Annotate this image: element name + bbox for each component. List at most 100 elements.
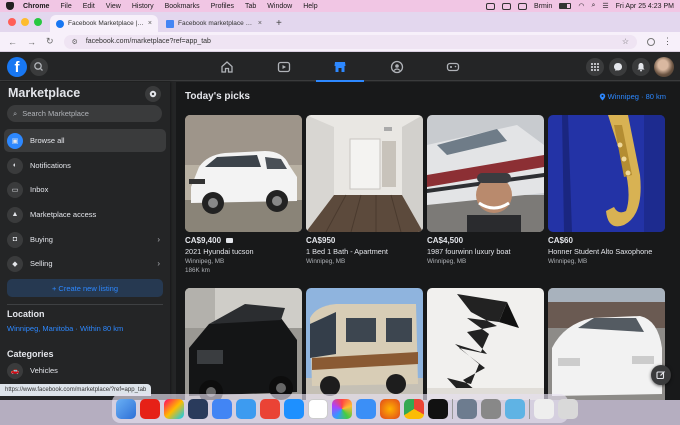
control-center-icon[interactable]: ☰ xyxy=(602,2,608,10)
clock[interactable]: Fri Apr 25 4:23 PM xyxy=(616,3,674,10)
back-icon[interactable]: ← xyxy=(8,37,17,47)
address-bar[interactable]: ⚙ facebook.com/marketplace?ref=app_tab ☆ xyxy=(63,34,637,49)
close-tab-icon[interactable]: × xyxy=(148,20,152,27)
nav-tab-home[interactable] xyxy=(203,53,251,81)
account-avatar[interactable] xyxy=(654,57,674,77)
listing-card[interactable]: CA$9,400 2021 Hyundai tucson Winnipeg, M… xyxy=(185,115,302,274)
sidebar-item-browse-all[interactable]: ▣ Browse all xyxy=(4,129,166,152)
calendar-icon[interactable] xyxy=(308,398,328,419)
forward-icon[interactable]: → xyxy=(27,37,36,47)
notifications-button[interactable] xyxy=(632,58,650,76)
menu-file[interactable]: File xyxy=(60,3,71,10)
messenger-icon xyxy=(614,63,622,71)
close-window-button[interactable] xyxy=(8,18,16,26)
trash-icon[interactable] xyxy=(558,398,578,419)
browser-menu-icon[interactable]: ⋮ xyxy=(663,36,672,47)
divider xyxy=(7,304,163,305)
listing-card[interactable]: CA$950 1 Bed 1 Bath - Apartment Winnipeg… xyxy=(306,115,423,265)
battery-icon[interactable] xyxy=(559,3,572,9)
xcode-icon[interactable] xyxy=(188,398,208,419)
listing-price: CA$60 xyxy=(548,236,573,245)
reload-icon[interactable]: ↻ xyxy=(46,36,54,47)
facebook-logo[interactable]: f xyxy=(7,57,27,77)
video-icon xyxy=(277,61,291,73)
quicktime-icon[interactable] xyxy=(505,398,525,419)
category-vehicles[interactable]: 🚗 Vehicles xyxy=(4,359,166,382)
launchpad-icon[interactable] xyxy=(164,398,184,419)
profile-icon[interactable] xyxy=(647,37,655,46)
minimize-window-button[interactable] xyxy=(21,18,29,26)
create-listing-button[interactable]: + Create new listing xyxy=(7,279,163,297)
listing-card[interactable]: CA$60 Honner Student Alto Saxophone Winn… xyxy=(548,115,665,265)
search-icon: ⌕ xyxy=(13,108,18,118)
zoom-window-button[interactable] xyxy=(34,18,42,26)
display-icon[interactable] xyxy=(518,2,528,10)
apple-icon[interactable] xyxy=(6,2,14,10)
nav-tab-marketplace[interactable] xyxy=(316,53,364,82)
menu-view[interactable]: View xyxy=(106,3,121,10)
app-store-icon[interactable] xyxy=(284,398,304,419)
nav-tab-gaming[interactable] xyxy=(429,53,477,81)
status-icon[interactable] xyxy=(502,2,512,10)
listing-card[interactable]: CA$4,500 1987 fourwinn luxury boat Winni… xyxy=(427,115,544,265)
photos-icon[interactable] xyxy=(332,398,352,419)
firefox-icon[interactable] xyxy=(380,398,400,419)
listing-card[interactable] xyxy=(306,288,423,400)
listing-price: CA$9,400 xyxy=(185,236,302,245)
capcut-icon[interactable] xyxy=(428,398,448,419)
location-link[interactable]: Winnipeg · 80 km xyxy=(599,92,666,101)
menu-button[interactable] xyxy=(586,58,604,76)
user-name[interactable]: Brmin xyxy=(534,3,552,10)
downloads-icon[interactable] xyxy=(534,398,554,419)
browser-tab-docs[interactable]: Facebook marketplace blocke × xyxy=(160,15,268,32)
settings-button[interactable] xyxy=(145,86,161,102)
nav-tab-video[interactable] xyxy=(260,53,308,81)
listing-location: Winnipeg, MB xyxy=(427,258,467,265)
sidebar-item-marketplace-access[interactable]: ▲ Marketplace access xyxy=(4,203,166,226)
listing-card[interactable] xyxy=(427,288,544,400)
youtube-icon[interactable] xyxy=(140,398,160,419)
docs-icon[interactable] xyxy=(212,398,232,419)
menu-edit[interactable]: Edit xyxy=(83,3,95,10)
nav-tab-groups[interactable] xyxy=(373,53,421,81)
menu-app-name[interactable]: Chrome xyxy=(23,3,49,10)
chevron-right-icon: › xyxy=(157,259,160,268)
preview-icon[interactable] xyxy=(457,398,477,419)
menu-tab[interactable]: Tab xyxy=(245,3,256,10)
sidebar-item-selling[interactable]: ◆ Selling › xyxy=(4,252,166,275)
chrome-icon[interactable] xyxy=(404,398,424,419)
close-tab-icon[interactable]: × xyxy=(258,20,262,27)
safari-icon[interactable] xyxy=(356,398,376,419)
listing-card[interactable] xyxy=(548,288,665,400)
sidebar-item-notifications[interactable]: ◐ Notifications xyxy=(4,154,166,177)
sidebar-item-inbox[interactable]: ▭ Inbox xyxy=(4,178,166,201)
search-icon[interactable]: ⌕ xyxy=(591,2,595,10)
menu-help[interactable]: Help xyxy=(303,3,317,10)
url-text: facebook.com/marketplace?ref=app_tab xyxy=(85,38,211,45)
bookmark-star-icon[interactable]: ☆ xyxy=(622,37,629,46)
status-icon[interactable] xyxy=(486,2,496,10)
marketplace-search-input[interactable]: ⌕ Search Marketplace xyxy=(7,105,162,122)
site-info-icon[interactable]: ⚙ xyxy=(72,38,78,46)
menu-bookmarks[interactable]: Bookmarks xyxy=(165,3,200,10)
new-message-button[interactable] xyxy=(651,365,671,385)
browser-toolbar: ← → ↻ ⚙ facebook.com/marketplace?ref=app… xyxy=(0,32,680,52)
browser-tab-marketplace[interactable]: Facebook Marketplace | Faceb × xyxy=(50,15,158,32)
new-tab-button[interactable]: + xyxy=(276,18,282,29)
sidebar-title: Marketplace xyxy=(8,86,81,100)
mail-icon[interactable] xyxy=(236,398,256,419)
menu-history[interactable]: History xyxy=(132,3,154,10)
menu-profiles[interactable]: Profiles xyxy=(211,3,234,10)
gmail-icon[interactable] xyxy=(260,398,280,419)
tab-title: Facebook marketplace blocke xyxy=(178,20,254,27)
wifi-icon[interactable]: ◠ xyxy=(578,2,584,10)
messenger-button[interactable] xyxy=(609,58,627,76)
system-settings-icon[interactable] xyxy=(481,398,501,419)
sidebar-item-buying[interactable]: ◘ Buying › xyxy=(4,228,166,251)
listing-card[interactable] xyxy=(185,288,302,400)
listing-title: 1 Bed 1 Bath - Apartment xyxy=(306,247,388,256)
facebook-search-button[interactable] xyxy=(30,58,48,76)
menu-window[interactable]: Window xyxy=(267,3,292,10)
location-filter-link[interactable]: Winnipeg, Manitoba · Within 80 km xyxy=(7,324,123,333)
finder-icon[interactable] xyxy=(116,398,136,419)
